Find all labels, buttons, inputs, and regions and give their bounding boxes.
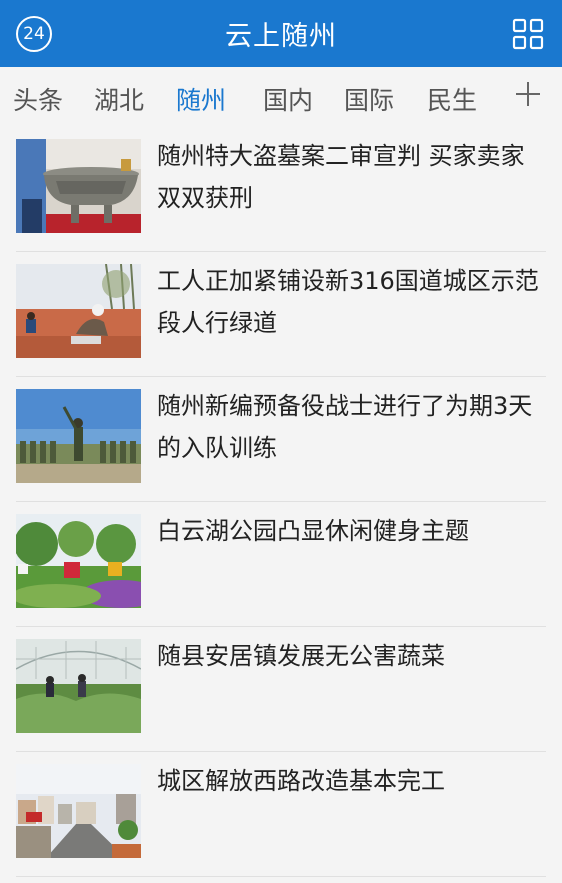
news-item[interactable]: 城区解放西路改造基本完工 (16, 752, 546, 877)
news-item[interactable]: 随州特大盗墓案二审宣判 买家卖家双双获刑 (16, 127, 546, 252)
tab-minsheng[interactable]: 民生 (427, 81, 477, 117)
app-header: 24 云上随州 (0, 0, 562, 67)
news-title[interactable]: 城区解放西路改造基本完工 (157, 760, 546, 802)
news-item[interactable]: 随州新编预备役战士进行了为期3天的入队训练 (16, 377, 546, 502)
news-title[interactable]: 随县安居镇发展无公害蔬菜 (157, 635, 546, 677)
news-item[interactable]: 白云湖公园凸显休闲健身主题 (16, 502, 546, 627)
tab-suizhou[interactable]: 随州 (176, 81, 226, 117)
channel-tabs: 头条 湖北 随州 国内 国际 民生 (0, 67, 562, 127)
news-list: 随州特大盗墓案二审宣判 买家卖家双双获刑 工人正加紧铺设新316国道城区示范段人… (16, 127, 546, 877)
road-workers-photo (16, 264, 141, 358)
logo-24-icon[interactable]: 24 (16, 16, 52, 52)
grid-icon[interactable] (512, 18, 544, 50)
app-title: 云上随州 (225, 21, 337, 52)
news-title[interactable]: 白云湖公园凸显休闲健身主题 (157, 510, 546, 552)
tab-guonei[interactable]: 国内 (263, 81, 313, 117)
news-item[interactable]: 随县安居镇发展无公害蔬菜 (16, 627, 546, 752)
news-item[interactable]: 工人正加紧铺设新316国道城区示范段人行绿道 (16, 252, 546, 377)
tab-toutiao[interactable]: 头条 (13, 81, 63, 117)
bronze-artifact-photo (16, 139, 141, 233)
news-title[interactable]: 随州新编预备役战士进行了为期3天的入队训练 (157, 385, 546, 469)
soldiers-training-photo (16, 389, 141, 483)
tab-hubei[interactable]: 湖北 (94, 81, 144, 117)
greenhouse-vegetables-photo (16, 639, 141, 733)
park-flowers-photo (16, 514, 141, 608)
tab-guoji[interactable]: 国际 (344, 81, 394, 117)
plus-icon[interactable] (514, 80, 542, 108)
news-title[interactable]: 随州特大盗墓案二审宣判 买家卖家双双获刑 (157, 135, 546, 219)
news-title[interactable]: 工人正加紧铺设新316国道城区示范段人行绿道 (157, 260, 546, 344)
city-street-photo (16, 764, 141, 858)
